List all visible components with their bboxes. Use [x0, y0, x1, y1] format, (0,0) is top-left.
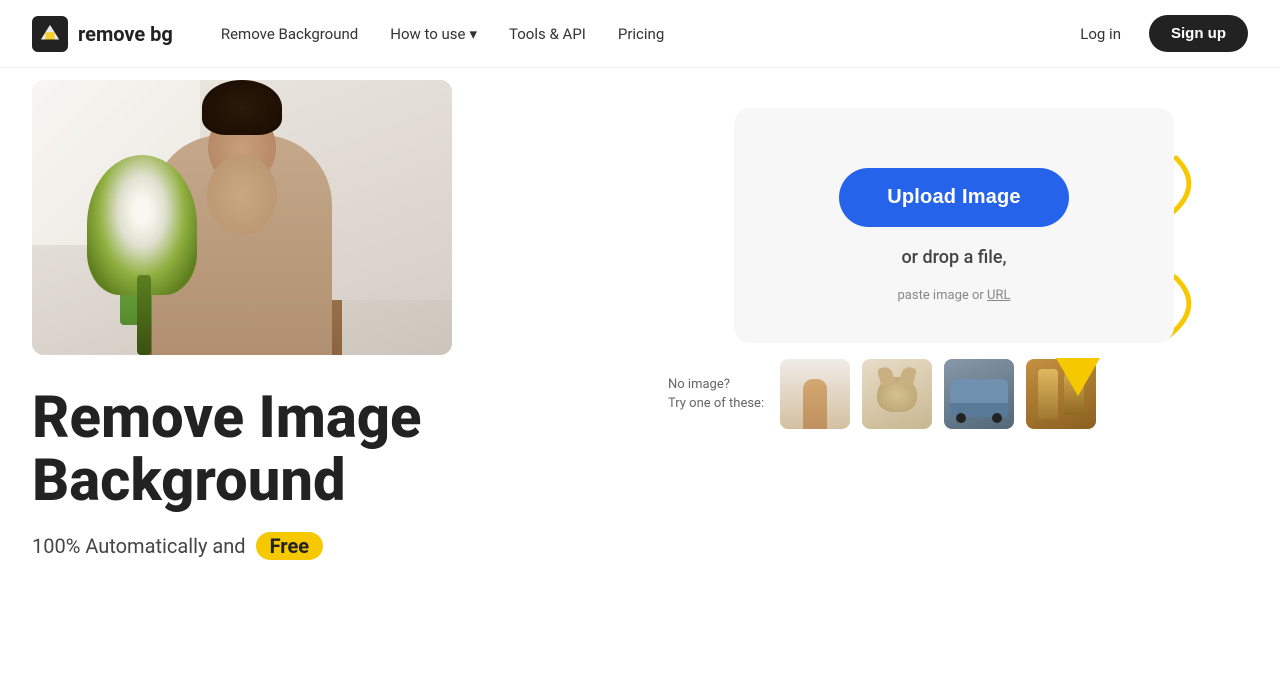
left-column: Remove Image Background 100% Automatical…: [32, 68, 660, 684]
right-column: Upload Image or drop a file, paste image…: [660, 68, 1248, 684]
page-headline: Remove Image Background: [32, 387, 620, 512]
person-hair: [202, 80, 282, 135]
nav-item-tools-api[interactable]: Tools & API: [497, 17, 598, 51]
bouquet: [87, 155, 197, 295]
navbar: remove bg Remove Background How to use ▾…: [0, 0, 1280, 68]
sample-thumb-car[interactable]: [944, 359, 1014, 429]
nav-right: Log in Sign up: [1064, 15, 1248, 52]
nav-item-remove-background[interactable]: Remove Background: [209, 17, 370, 51]
free-badge: Free: [256, 532, 323, 560]
nav-links: Remove Background How to use ▾ Tools & A…: [209, 17, 676, 51]
sample-thumb-dog[interactable]: [862, 359, 932, 429]
deco-triangle: [1056, 358, 1100, 396]
logo[interactable]: remove bg: [32, 16, 173, 52]
sample-thumb-person[interactable]: [780, 359, 850, 429]
login-button[interactable]: Log in: [1064, 17, 1137, 51]
signup-button[interactable]: Sign up: [1149, 15, 1248, 52]
hero-person-photo: [32, 80, 452, 355]
upload-dropzone: Upload Image or drop a file, paste image…: [734, 108, 1174, 343]
paste-text: paste image or URL: [897, 288, 1010, 303]
upload-image-button[interactable]: Upload Image: [839, 168, 1069, 227]
drop-text: or drop a file,: [901, 247, 1006, 268]
chevron-down-icon: ▾: [470, 25, 478, 43]
logo-icon: [32, 16, 68, 52]
hero-image: [32, 80, 452, 355]
subline: 100% Automatically and Free: [32, 532, 620, 560]
nav-left: remove bg Remove Background How to use ▾…: [32, 16, 676, 52]
logo-text: remove bg: [78, 22, 173, 46]
nav-item-pricing[interactable]: Pricing: [606, 17, 676, 51]
main-content: Remove Image Background 100% Automatical…: [0, 68, 1280, 684]
bouquet-stem: [137, 275, 151, 355]
nav-item-how-to-use[interactable]: How to use ▾: [378, 17, 489, 51]
no-image-text: No image? Try one of these:: [668, 375, 768, 414]
url-link[interactable]: URL: [987, 288, 1010, 303]
sample-images-row: No image? Try one of these:: [660, 359, 1248, 429]
